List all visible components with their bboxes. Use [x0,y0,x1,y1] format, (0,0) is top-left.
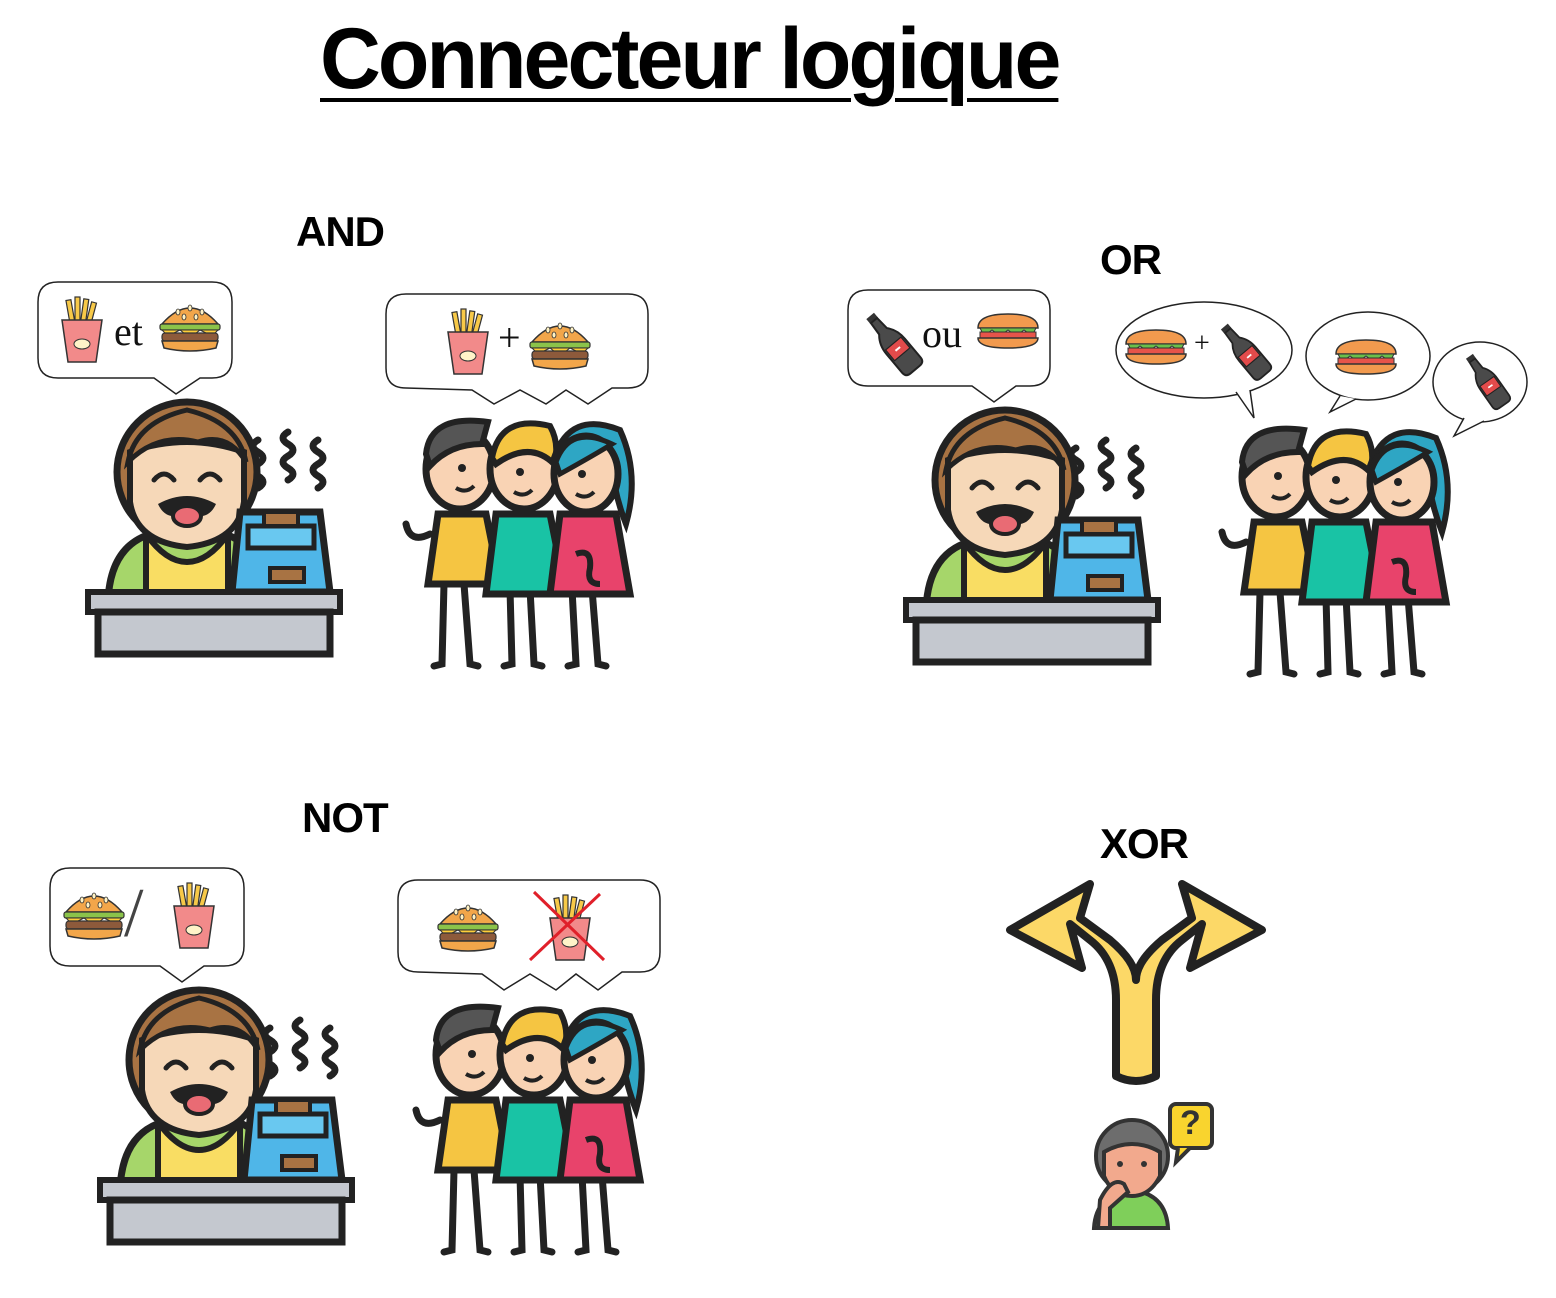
and-connector-word: et [114,309,143,354]
page-title: Connecteur logique [320,11,1061,107]
or-bubble-sandwich [1305,311,1431,414]
question-mark-label: ? [1180,1104,1201,1142]
xor-label: XOR [1100,820,1189,867]
not-crowd-bubble [397,879,661,991]
and-plus-sign: + [498,315,521,360]
cashier-icon [906,410,1158,662]
customers-icon [406,421,632,666]
customers-icon [1222,429,1448,674]
or-label: OR [1100,236,1162,283]
customers-icon [416,1007,642,1252]
not-slash: / [124,875,144,952]
or-plus-sign: + [1194,328,1210,359]
or-bubble-both [1115,301,1293,419]
and-label: AND [296,208,385,255]
or-connector-word: ou [922,311,962,356]
cashier-icon [88,402,340,654]
not-label: NOT [302,794,389,841]
or-bubble-cola [1432,341,1528,438]
cashier-icon [100,990,352,1242]
fork-arrow-icon [1006,880,1266,1085]
not-cashier-bubble [49,867,245,983]
